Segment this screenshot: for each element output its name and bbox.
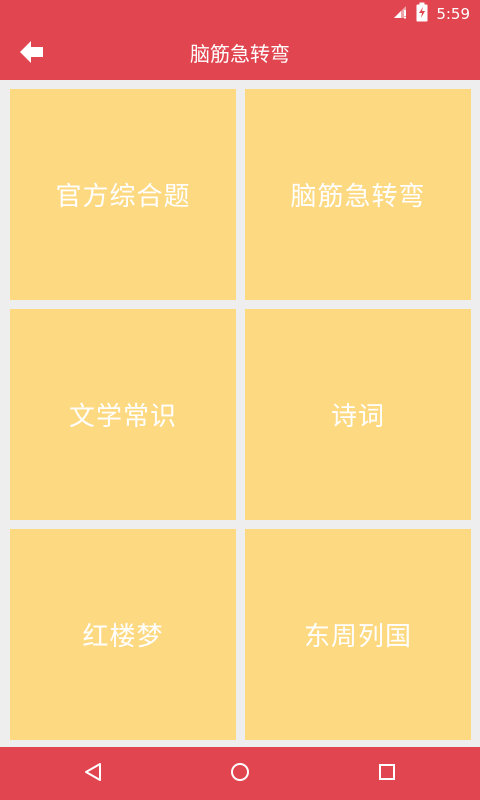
nav-home-button[interactable] <box>220 755 260 792</box>
recents-square-icon <box>376 761 398 787</box>
category-tile-red-mansions[interactable]: 红楼梦 <box>10 529 236 740</box>
category-tile-eastern-zhou[interactable]: 东周列国 <box>245 529 471 740</box>
category-label: 官方综合题 <box>55 182 191 212</box>
status-icons: 5:59 <box>392 0 470 28</box>
app-bar: 脑筋急转弯 <box>0 28 480 80</box>
category-label: 诗词 <box>330 402 385 432</box>
category-tile-poetry[interactable]: 诗词 <box>245 309 471 520</box>
battery-charging-icon <box>416 2 428 26</box>
status-time: 5:59 <box>436 5 470 23</box>
back-triangle-icon <box>82 761 104 787</box>
navigation-bar <box>0 747 480 800</box>
category-label: 文学常识 <box>68 402 177 432</box>
category-tile-official[interactable]: 官方综合题 <box>10 89 236 300</box>
category-label: 东周列国 <box>303 622 412 652</box>
category-label: 脑筋急转弯 <box>290 182 426 212</box>
nav-back-button[interactable] <box>73 755 113 792</box>
nav-recents-button[interactable] <box>367 755 407 792</box>
home-circle-icon <box>229 761 251 787</box>
category-tile-literature[interactable]: 文学常识 <box>10 309 236 520</box>
category-label: 红楼梦 <box>82 622 164 652</box>
signal-icon <box>392 4 408 24</box>
status-bar: 5:59 <box>0 0 480 28</box>
page-title: 脑筋急转弯 <box>190 42 290 66</box>
category-tile-brain-teaser[interactable]: 脑筋急转弯 <box>245 89 471 300</box>
